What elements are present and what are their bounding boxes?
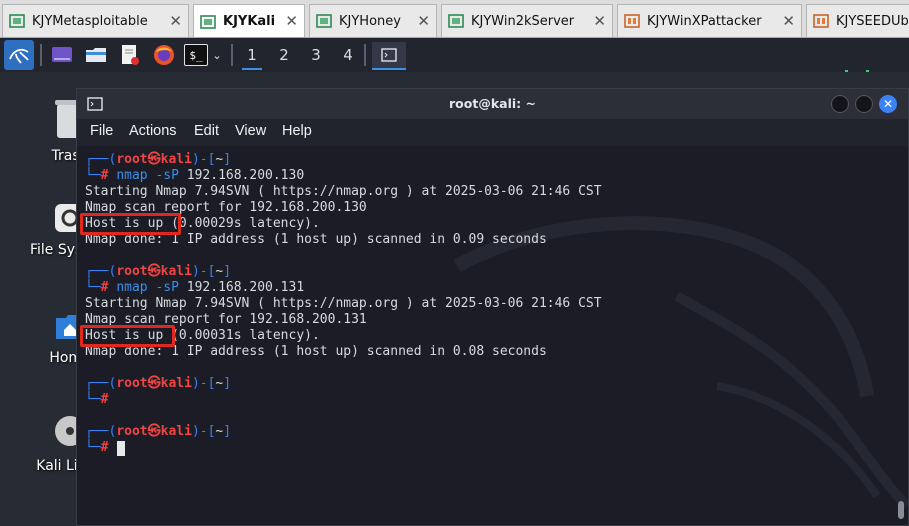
close-icon[interactable]: ✕ <box>593 12 606 30</box>
scrollbar[interactable] <box>898 501 904 519</box>
kali-dragon-icon <box>9 48 29 64</box>
terminal-window[interactable]: root@kali: ~ ✕ File Actions Edit View He… <box>76 88 909 526</box>
workspace-1[interactable]: 1 <box>242 46 262 70</box>
menu-edit[interactable]: Edit <box>194 123 219 139</box>
output-line: Starting Nmap 7.94SVN ( https://nmap.org… <box>85 184 602 199</box>
command-line: └─# <box>85 440 109 455</box>
maximize-button[interactable] <box>855 95 873 113</box>
command-line: └─# nmap -sP 192.168.200.131 <box>85 280 305 295</box>
panel-divider <box>40 44 42 66</box>
minimize-button[interactable] <box>831 95 849 113</box>
vm-tab-winxpattacker[interactable]: KJYWinXPattacker ✕ <box>617 4 802 37</box>
text-cursor <box>117 441 125 456</box>
output-line: Starting Nmap 7.94SVN ( https://nmap.org… <box>85 296 602 311</box>
workspace-2[interactable]: 2 <box>274 46 294 64</box>
workspace-3[interactable]: 3 <box>306 46 326 64</box>
prompt-line: ┌──(root㉿kali)-[~] <box>85 376 232 391</box>
menu-view[interactable]: View <box>235 123 266 139</box>
workspace-4[interactable]: 4 <box>338 46 358 64</box>
prompt-line: ┌──(root㉿kali)-[~] <box>85 152 232 167</box>
show-desktop-icon[interactable] <box>50 44 74 66</box>
vm-tab-honey[interactable]: KJYHoney ✕ <box>309 4 437 37</box>
chevron-down-icon[interactable]: ⌄ <box>210 47 224 63</box>
terminal-output[interactable]: ┌──(root㉿kali)-[~] └─# nmap -sP 192.168.… <box>77 146 908 525</box>
terminal-menubar: File Actions Edit View Help <box>77 119 908 146</box>
firefox-icon[interactable] <box>152 43 176 67</box>
menu-help[interactable]: Help <box>282 123 312 139</box>
vm-icon <box>448 14 464 28</box>
file-manager-icon[interactable] <box>84 44 108 66</box>
vm-icon <box>9 14 25 28</box>
command-line: └─# <box>85 392 109 407</box>
vm-tab-win2kserver[interactable]: KJYWin2kServer ✕ <box>441 4 613 37</box>
text-editor-icon[interactable] <box>118 43 142 67</box>
vm-icon-orange <box>624 14 640 28</box>
vm-icon-orange <box>813 14 829 28</box>
close-icon[interactable]: ✕ <box>285 12 298 30</box>
active-terminal-icon[interactable] <box>372 42 406 70</box>
panel-divider <box>231 44 233 66</box>
highlight-box <box>80 325 175 347</box>
close-icon[interactable]: ✕ <box>782 12 795 30</box>
terminal-icon[interactable]: $_ <box>184 44 208 66</box>
window-titlebar[interactable]: root@kali: ~ ✕ <box>77 89 908 119</box>
kali-top-panel: $_ ⌄ 1 2 3 4 <box>0 38 909 72</box>
vm-tab-metasploitable[interactable]: KJYMetasploitable ✕ <box>2 4 189 37</box>
menu-file[interactable]: File <box>90 123 113 139</box>
window-title: root@kali: ~ <box>449 96 536 111</box>
vm-tab-seedubuntu[interactable]: KJYSEEDUbuntu <box>806 4 909 37</box>
vm-tab-kali[interactable]: KJYKali ✕ <box>193 4 305 37</box>
highlight-box <box>80 213 181 235</box>
vm-icon <box>200 14 216 29</box>
close-button[interactable]: ✕ <box>879 95 897 113</box>
vm-icon <box>316 14 332 28</box>
vm-tab-bar: KJYMetasploitable ✕ KJYKali ✕ KJYHoney ✕… <box>0 0 909 38</box>
prompt-line: ┌──(root㉿kali)-[~] <box>85 424 232 439</box>
prompt-line: ┌──(root㉿kali)-[~] <box>85 264 232 279</box>
command-line: └─# nmap -sP 192.168.200.130 <box>85 168 305 183</box>
panel-divider <box>364 44 366 66</box>
kali-menu-icon[interactable] <box>4 40 34 70</box>
close-icon[interactable]: ✕ <box>169 12 182 30</box>
menu-actions[interactable]: Actions <box>129 123 177 139</box>
close-icon[interactable]: ✕ <box>417 12 430 30</box>
